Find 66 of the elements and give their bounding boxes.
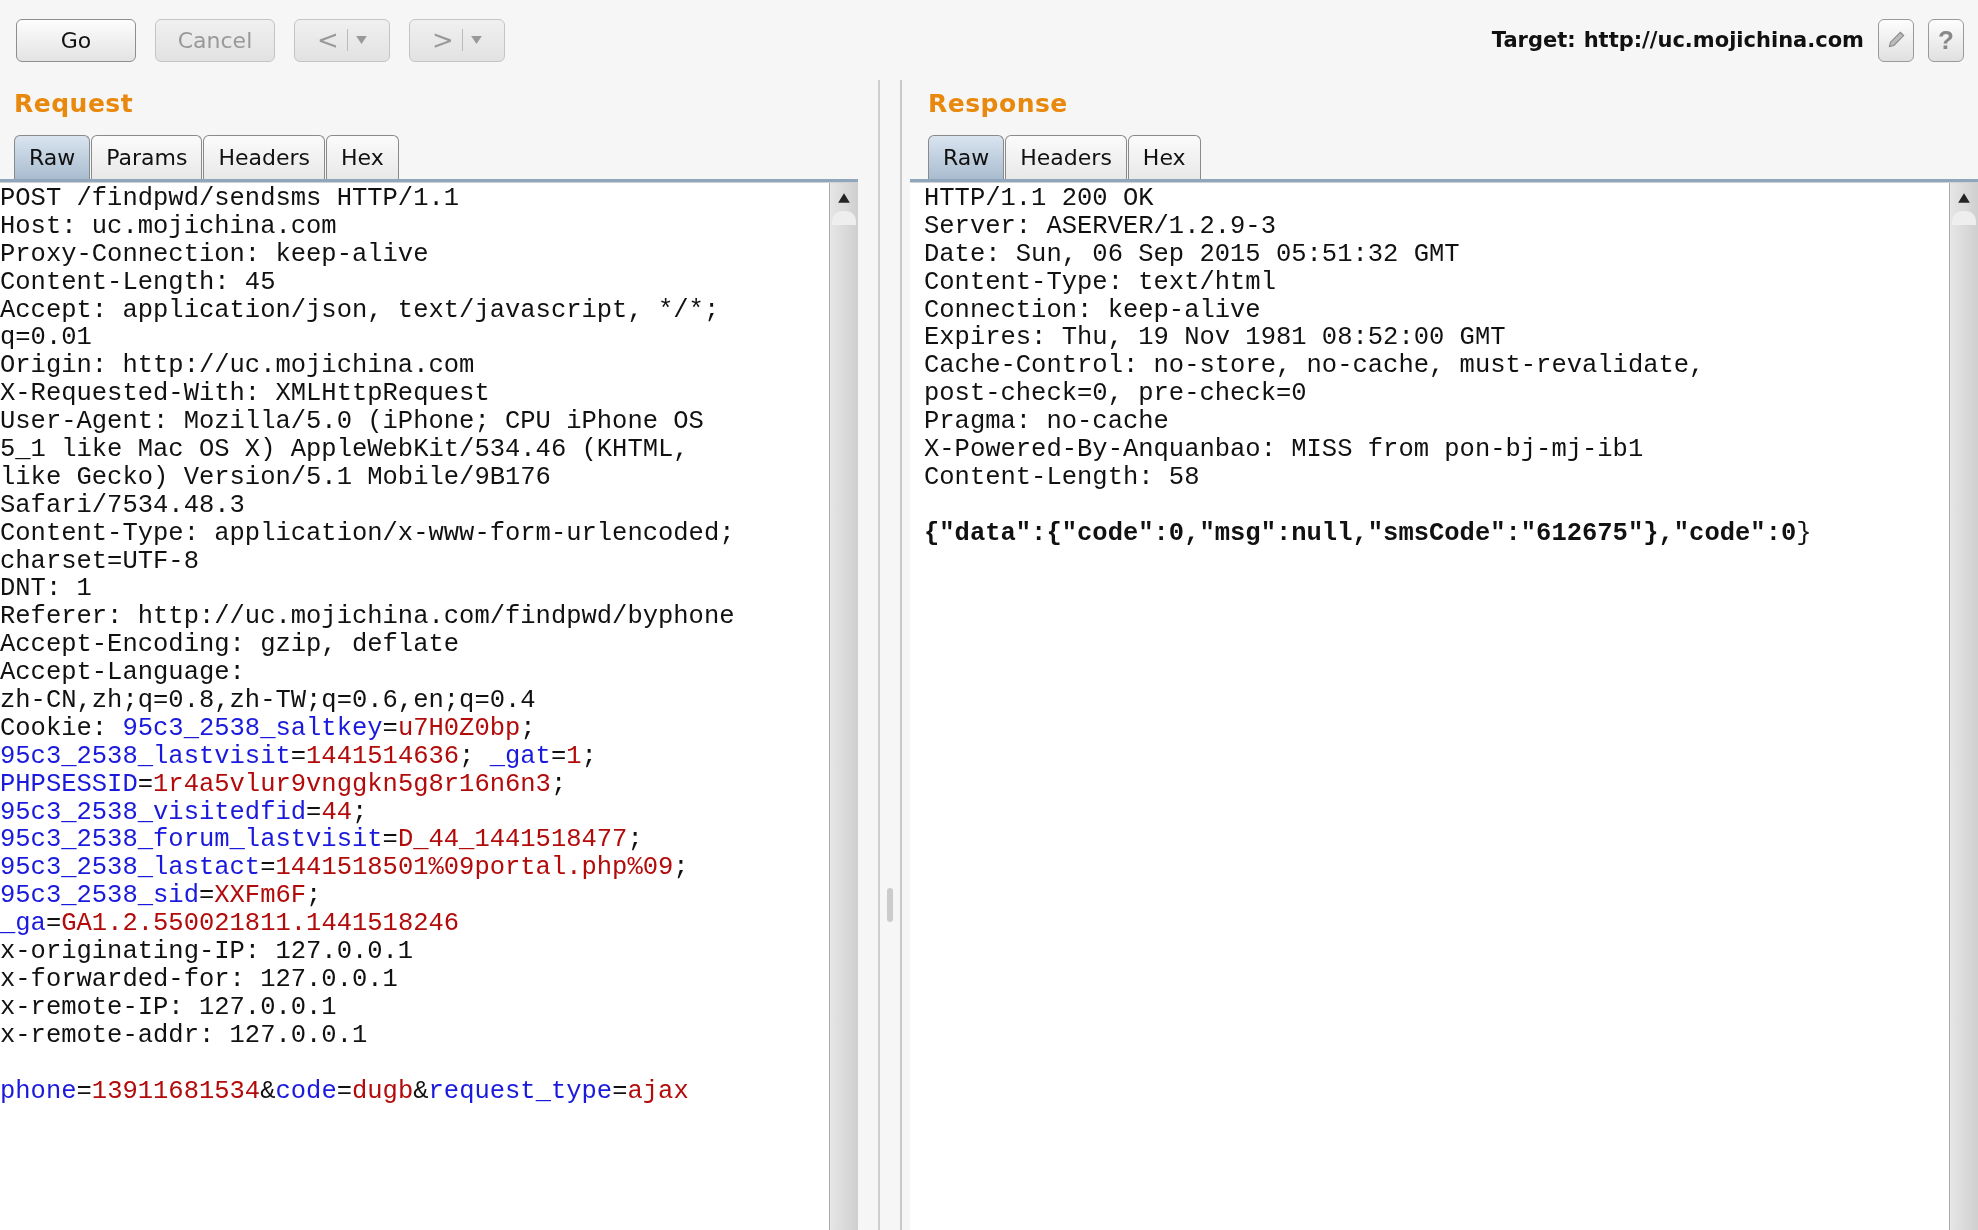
scrollbar[interactable] xyxy=(829,183,858,1230)
code-line: post-check=0, pre-check=0 xyxy=(924,380,1308,409)
code-line: Content-Length: 58 xyxy=(924,463,1201,492)
tab[interactable]: Headers xyxy=(1005,135,1127,179)
tab[interactable]: Raw xyxy=(928,135,1005,179)
code-line: {"data":{"code":0,"msg":null,"smsCode":"612675"},"code":0} xyxy=(924,519,1813,548)
code-line: Server: ASERVER/1.2.9-3 xyxy=(924,212,1277,241)
panel-title: Response xyxy=(927,88,1069,120)
code-line: Host: uc.mojichina.com xyxy=(0,212,338,241)
code-line: charset=UTF-8 xyxy=(0,547,200,576)
edit-target-button[interactable] xyxy=(1878,18,1914,62)
code-line: Content-Type: application/x-www-form-urlencoded; xyxy=(0,519,736,548)
code-line: Pragma: no-cache xyxy=(924,408,1170,436)
code-line: x-forwarded-for: 127.0.0.1 xyxy=(0,965,399,994)
code-line: X-Requested-With: XMLHttpRequest xyxy=(0,380,491,409)
scroll-up-icon[interactable] xyxy=(837,191,851,205)
code-line: 95c3_2538_sid=XXFm6F; xyxy=(0,882,323,911)
target-url: http://uc.mojichina.com xyxy=(1583,28,1864,52)
code-line: Referer: http://uc.mojichina.com/findpwd/byphone xyxy=(0,603,736,632)
tab[interactable]: Hex xyxy=(326,135,399,179)
target-label: Target: xyxy=(1491,28,1576,52)
tab[interactable]: Params xyxy=(91,135,203,179)
code-line: Origin: http://uc.mojichina.com xyxy=(0,352,476,381)
tab[interactable]: Hex xyxy=(1127,135,1201,179)
code-line: PHPSESSID=1r4a5vlur9vnggkn5g8r16n6n3; xyxy=(0,770,568,799)
code-line: Content-Type: text/html xyxy=(924,268,1277,297)
scrollbar-thumb[interactable] xyxy=(1952,211,1976,225)
code-line: Accept-Language: xyxy=(0,659,246,688)
code-line: 95c3_2538_visitedfid=44; xyxy=(0,798,369,827)
code-line: q=0.01 xyxy=(0,324,93,353)
code-line: Date: Sun, 06 Sep 2015 05:51:32 GMT xyxy=(924,240,1461,269)
scrollbar[interactable] xyxy=(1949,183,1978,1230)
tab[interactable]: Raw xyxy=(14,135,91,179)
code-line: 95c3_2538_lastact=1441518501%09portal.php%09; xyxy=(0,854,690,883)
code-line: Accept-Encoding: gzip, deflate xyxy=(0,631,461,660)
code-line: zh-CN,zh;q=0.8,zh-TW;q=0.6,en;q=0.4 xyxy=(0,687,537,715)
code-line: 5_1 like Mac OS X) AppleWebKit/534.46 (KHTML, xyxy=(0,436,690,464)
code-line: _ga=GA1.2.550021811.1441518246 xyxy=(0,910,461,939)
scrollbar-thumb[interactable] xyxy=(832,211,856,225)
code-line: like Gecko) Version/5.1 Mobile/9B176 xyxy=(0,463,552,492)
code-line: phone=13911681534&code=dugb&request_type=ajax xyxy=(0,1077,690,1106)
toolbar-button[interactable]: Go xyxy=(16,18,136,62)
code-line: Connection: keep-alive xyxy=(924,296,1262,325)
caret-icon xyxy=(355,36,367,44)
tab[interactable]: Headers xyxy=(203,135,326,179)
code-line: x-originating-IP: 127.0.0.1 xyxy=(0,938,415,966)
code-line: User-Agent: Mozilla/5.0 (iPhone; CPU iPhone OS xyxy=(0,408,705,436)
code-line: Accept: application/json, text/javascript, */*; xyxy=(0,296,721,325)
code-line: x-remote-addr: 127.0.0.1 xyxy=(0,1021,369,1050)
code-line: Cookie: 95c3_2538_saltkey=u7H0Z0bp; xyxy=(0,714,537,743)
code-line: Safari/7534.48.3 xyxy=(0,491,246,520)
code-line: Proxy-Connection: keep-alive xyxy=(0,240,430,269)
code-line: POST /findpwd/sendsms HTTP/1.1 xyxy=(0,185,461,213)
caret-icon xyxy=(470,36,482,44)
scroll-up-icon[interactable] xyxy=(1957,191,1971,205)
code-line: Expires: Thu, 19 Nov 1981 08:52:00 GMT xyxy=(924,324,1507,353)
panel-title: Request xyxy=(13,88,135,120)
code-line: Content-Length: 45 xyxy=(0,268,277,297)
code-line: X-Powered-By-Anquanbao: MISS from pon-bj-mj-ib1 xyxy=(924,436,1645,464)
code-line: 95c3_2538_lastvisit=1441514636; _gat=1; xyxy=(0,742,598,771)
code-line: Cache-Control: no-store, no-cache, must-revalidate, xyxy=(924,352,1706,381)
code-line: 95c3_2538_forum_lastvisit=D_44_1441518477; xyxy=(0,826,644,855)
code-line: x-remote-IP: 127.0.0.1 xyxy=(0,993,338,1022)
code-line: DNT: 1 xyxy=(0,575,93,604)
splitter-handle[interactable] xyxy=(887,888,893,922)
code-line: HTTP/1.1 200 OK xyxy=(924,185,1155,213)
